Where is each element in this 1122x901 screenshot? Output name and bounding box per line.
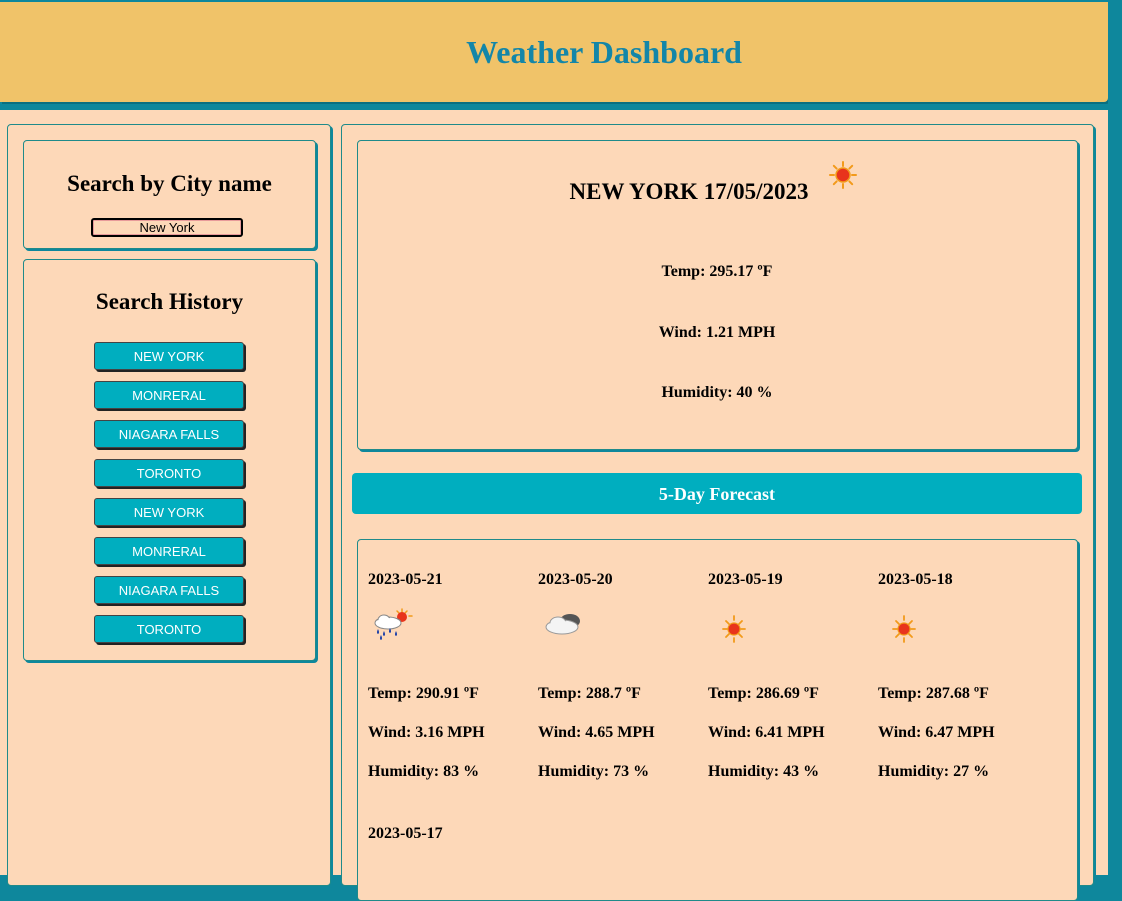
history-button-niagara-falls[interactable]: NIAGARA FALLS [94,576,244,604]
history-button-niagara-falls[interactable]: NIAGARA FALLS [94,420,244,448]
forecast-temp: Temp: 290.91 ºF [368,685,479,702]
forecast-wind: Wind: 3.16 MPH [368,724,485,741]
search-heading: Search by City name [67,171,272,196]
forecast-humidity: Humidity: 27 % [878,763,990,780]
forecast-temp: Temp: 288.7 ºF [538,685,641,702]
history-button-monreral[interactable]: MONRERAL [94,381,244,409]
forecast-date: 2023-05-18 [878,571,953,588]
current-wind: Wind: 1.21 MPH [658,324,776,341]
city-search-input[interactable] [91,218,243,237]
search-history-heading: Search History [95,289,244,314]
cloud-icon [545,614,580,635]
forecast-header: 5-Day Forecast [352,473,1082,514]
history-button-toronto[interactable]: TORONTO [94,459,244,487]
forecast-date: 2023-05-21 [368,571,443,588]
forecast-date: 2023-05-20 [538,571,613,588]
forecast-date: 2023-05-19 [708,571,783,588]
forecast-wind: Wind: 4.65 MPH [538,724,655,741]
rain-icon [374,608,413,640]
history-button-new-york[interactable]: NEW YORK [94,342,244,370]
forecast-wind: Wind: 6.47 MPH [878,724,995,741]
window-edge [1108,0,1122,875]
forecast-humidity: Humidity: 73 % [538,763,650,780]
forecast-heading: 5-Day Forecast [658,484,776,504]
forecast-date: 2023-05-17 [368,825,443,842]
forecast-temp: Temp: 287.68 ºF [878,685,989,702]
sun-icon [892,615,916,643]
forecast-temp: Temp: 286.69 ºF [708,685,819,702]
forecast-card [357,539,1078,901]
current-temp: Temp: 295.17 ºF [661,263,773,280]
sun-icon [829,161,857,189]
current-humidity: Humidity: 40 % [661,384,773,401]
history-button-new-york[interactable]: NEW YORK [94,498,244,526]
forecast-wind: Wind: 6.41 MPH [708,724,825,741]
current-city-date: NEW YORK 17/05/2023 [569,179,809,204]
sun-icon [722,615,746,643]
header: Weather Dashboard [0,2,1108,102]
history-button-monreral[interactable]: MONRERAL [94,537,244,565]
forecast-humidity: Humidity: 83 % [368,763,480,780]
history-button-toronto[interactable]: TORONTO [94,615,244,643]
forecast-humidity: Humidity: 43 % [708,763,820,780]
page-title: Weather Dashboard [466,34,742,70]
